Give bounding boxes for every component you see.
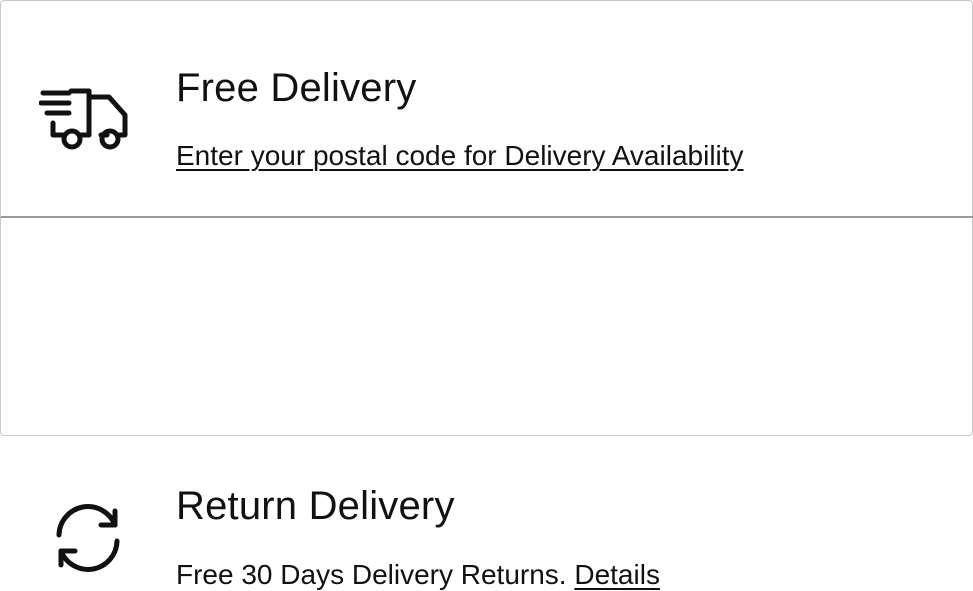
return-delivery-title: Return Delivery [176,484,455,528]
free-delivery-row: Free Delivery Enter your postal code for… [1,1,972,216]
postal-code-link[interactable]: Enter your postal code for Delivery Avai… [176,140,744,171]
delivery-info-panel: Free Delivery Enter your postal code for… [0,0,973,590]
row-divider [1,216,973,218]
return-delivery-row: Return Delivery Free 30 Days Delivery Re… [1,219,972,590]
returns-text: Free 30 Days Delivery Returns. [176,559,567,590]
delivery-truck-icon [39,88,128,150]
returns-line: Free 30 Days Delivery Returns. Details [176,559,660,591]
free-delivery-title: Free Delivery [176,66,417,110]
details-link[interactable]: Details [574,559,660,590]
return-sync-icon [56,504,120,572]
postal-code-line: Enter your postal code for Delivery Avai… [176,140,744,172]
